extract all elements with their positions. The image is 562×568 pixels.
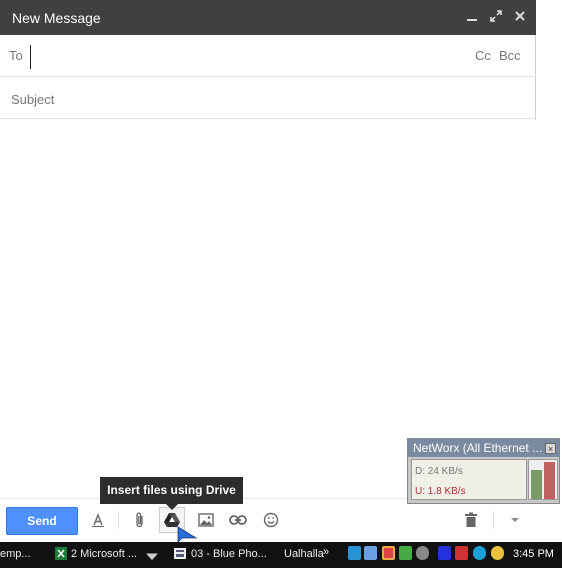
media-player-icon <box>174 548 186 559</box>
taskbar-toolbar-label[interactable]: Ualhalla <box>284 548 324 560</box>
link-icon[interactable] <box>225 507 251 533</box>
subject-row <box>0 77 536 119</box>
tray-app-icon[interactable] <box>416 546 429 560</box>
taskbar-item[interactable]: 03 - Blue Pho... <box>191 548 267 560</box>
networx-close-button[interactable]: × <box>545 443 556 454</box>
networx-upload-bar <box>544 462 555 499</box>
tray-app-icon[interactable] <box>399 546 412 560</box>
tray-app-icon[interactable] <box>491 546 504 560</box>
to-label: To <box>9 48 23 63</box>
tray-app-icon[interactable] <box>364 546 377 560</box>
attach-icon[interactable] <box>127 507 153 533</box>
chart-tray-icon[interactable] <box>382 546 395 560</box>
trash-icon[interactable] <box>458 507 484 533</box>
taskbar-clock: 3:45 PM <box>513 548 554 560</box>
networx-readout: D: 24 KB/s U: 1.8 KB/s <box>411 459 527 500</box>
to-input[interactable] <box>30 45 455 69</box>
networx-download: D: 24 KB/s <box>415 466 463 477</box>
networx-download-bar <box>531 470 542 499</box>
taskbar-overflow-button[interactable]: » <box>323 546 329 558</box>
excel-icon <box>55 547 67 560</box>
networx-upload: U: 1.8 KB/s <box>415 486 466 497</box>
compose-toolbar: Send <box>0 498 536 542</box>
close-icon[interactable] <box>510 6 530 28</box>
cc-link[interactable]: Cc <box>475 48 491 63</box>
expand-icon[interactable] <box>486 6 506 28</box>
networx-graph <box>528 459 558 500</box>
taskbar: emp... 2 Microsoft ... 03 - Blue Pho... … <box>0 542 562 568</box>
compose-title-bar[interactable]: New Message <box>0 0 536 35</box>
toolbar-separator <box>118 511 119 529</box>
bcc-link[interactable]: Bcc <box>499 48 521 63</box>
formatting-icon[interactable] <box>85 507 111 533</box>
to-row: To Cc Bcc <box>0 35 536 77</box>
taskbar-group-dropdown-icon[interactable] <box>146 551 158 564</box>
send-button[interactable]: Send <box>6 507 78 535</box>
tray-app-icon[interactable] <box>438 546 451 560</box>
ie-icon[interactable] <box>473 546 486 560</box>
twitter-icon[interactable] <box>348 546 361 560</box>
toolbar-separator <box>493 511 494 529</box>
subject-input[interactable] <box>9 87 513 111</box>
minimize-icon[interactable] <box>462 6 482 28</box>
taskbar-item[interactable]: emp... <box>0 548 31 560</box>
drive-tooltip: Insert files using Drive <box>100 477 243 510</box>
networx-widget[interactable]: NetWorx (All Ethernet ... × D: 24 KB/s U… <box>407 438 560 504</box>
networx-title: NetWorx (All Ethernet ... <box>408 439 559 457</box>
emoji-icon[interactable] <box>258 507 284 533</box>
tray-app-icon[interactable] <box>455 546 468 560</box>
compose-title: New Message <box>12 10 101 26</box>
taskbar-item[interactable]: 2 Microsoft ... <box>71 548 137 560</box>
more-options-icon[interactable] <box>502 507 528 533</box>
